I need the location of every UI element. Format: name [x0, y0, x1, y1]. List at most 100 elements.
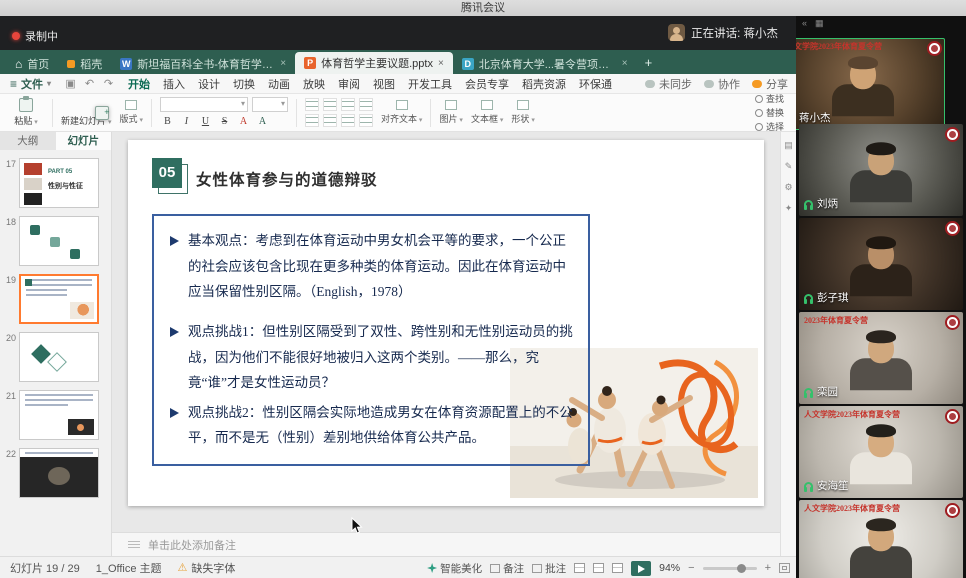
justify-icon[interactable]: [359, 114, 373, 127]
notes-bar[interactable]: 单击此处添加备注: [112, 532, 780, 556]
collapse-panel-icon[interactable]: [802, 18, 807, 28]
thumbnail-row[interactable]: 20: [0, 332, 107, 382]
slide-thumbnail-22[interactable]: [19, 448, 99, 498]
normal-view-icon[interactable]: [574, 563, 585, 573]
properties-icon[interactable]: ▤: [784, 140, 793, 151]
align-left-icon[interactable]: [305, 114, 319, 127]
comments-button[interactable]: 批注: [532, 561, 566, 576]
new-tab-button[interactable]: [637, 52, 661, 74]
shape-button[interactable]: 形状: [511, 100, 534, 125]
redo-icon[interactable]: [102, 77, 115, 90]
replace-button[interactable]: 替换: [755, 106, 784, 119]
menu-item-home[interactable]: 开始: [128, 76, 150, 92]
slide-thumbnail-19-selected[interactable]: [19, 274, 99, 324]
new-slide-button[interactable]: 新建幻灯片: [61, 96, 111, 130]
slide-thumbnail-21[interactable]: [19, 390, 99, 440]
slide-thumbnail-18[interactable]: [19, 216, 99, 266]
bullet-list-icon[interactable]: [305, 98, 319, 111]
participant-tile[interactable]: 人文学院2023年体育夏令营 蒋小杰: [796, 38, 945, 130]
save-icon[interactable]: [64, 77, 77, 90]
numbered-list-icon[interactable]: [323, 98, 337, 111]
close-tab-icon[interactable]: [438, 58, 444, 69]
reading-view-icon[interactable]: [612, 563, 623, 573]
thumbnail-row[interactable]: 22: [0, 448, 107, 498]
menu-item-design[interactable]: 设计: [198, 76, 220, 92]
underline-button[interactable]: U: [198, 115, 213, 129]
slide-editing-canvas[interactable]: 05 女性体育参与的道德辩驳: [112, 132, 780, 556]
strikethrough-button[interactable]: S: [217, 115, 232, 129]
picture-button[interactable]: 图片: [439, 100, 462, 125]
zoom-slider-knob[interactable]: [737, 564, 746, 573]
find-button[interactable]: 查找: [755, 92, 784, 105]
sync-status[interactable]: 未同步: [645, 76, 692, 92]
thumbnail-row[interactable]: 19: [0, 274, 107, 324]
doc-tab-active-pptx[interactable]: 体育哲学主要议题.pptx: [295, 52, 453, 74]
menu-item-review[interactable]: 审阅: [338, 76, 360, 92]
settings-icon[interactable]: ⚙: [784, 182, 792, 193]
align-text-button[interactable]: 对齐文本: [381, 100, 422, 125]
close-tab-icon[interactable]: [280, 58, 286, 69]
line-spacing-icon[interactable]: [359, 98, 373, 111]
tab-docer[interactable]: 稻壳: [58, 53, 111, 74]
participant-tile[interactable]: 人文学院2023年体育夏令营: [799, 500, 963, 578]
thumbnail-row[interactable]: 18: [0, 216, 107, 266]
menu-item-view[interactable]: 视图: [373, 76, 395, 92]
collaborate-button[interactable]: 协作: [704, 76, 740, 92]
current-slide[interactable]: 05 女性体育参与的道德辩驳: [128, 140, 764, 506]
tab-outline[interactable]: 大纲: [0, 132, 56, 150]
beautify-button[interactable]: 智能美化: [427, 561, 482, 576]
paste-button[interactable]: 粘贴: [8, 96, 44, 130]
effects-icon[interactable]: ✦: [785, 203, 793, 214]
menu-item-plugin[interactable]: 环保通: [579, 76, 612, 92]
slide-sorter-icon[interactable]: [593, 563, 604, 573]
bold-button[interactable]: B: [160, 115, 175, 129]
slide-bullet-1[interactable]: 基本观点：考虑到在体育运动中男女机会平等的要求，一个公正的社会应该包含比现在更多…: [168, 228, 574, 305]
theme-name[interactable]: 1_Office 主题: [96, 560, 162, 576]
align-center-icon[interactable]: [323, 114, 337, 127]
menu-item-insert[interactable]: 插入: [163, 76, 185, 92]
slide-thumbnail-20[interactable]: [19, 332, 99, 382]
slide-thumbnail-17[interactable]: PART 05 性别与性征: [19, 158, 99, 208]
slide-textbox[interactable]: 基本观点：考虑到在体育运动中男女机会平等的要求，一个公正的社会应该包含比现在更多…: [152, 214, 590, 466]
layout-button[interactable]: 版式: [119, 100, 142, 125]
layout-switch-icon[interactable]: [815, 18, 824, 29]
zoom-out-button[interactable]: −: [688, 562, 694, 574]
close-tab-icon[interactable]: [622, 58, 628, 69]
participant-tile[interactable]: 彭子琪: [799, 218, 963, 310]
menu-item-member[interactable]: 会员专享: [465, 76, 509, 92]
doc-tab-stanford[interactable]: 斯坦福百科全书-体育哲学.docx: [111, 53, 295, 74]
zoom-slider[interactable]: [703, 567, 757, 570]
align-right-icon[interactable]: [341, 114, 355, 127]
menu-item-docer-res[interactable]: 稻壳资源: [522, 76, 566, 92]
thumbnail-row[interactable]: 17 PART 05 性别与性征: [0, 158, 107, 208]
doc-tab-bsu[interactable]: 北京体育大学...暑令营项目档案: [453, 53, 637, 74]
menu-item-animation[interactable]: 动画: [268, 76, 290, 92]
menu-file[interactable]: 文件: [10, 76, 51, 92]
italic-button[interactable]: I: [179, 115, 194, 129]
tab-slides[interactable]: 幻灯片: [56, 132, 112, 150]
menu-item-devtools[interactable]: 开发工具: [408, 76, 452, 92]
notes-button[interactable]: 备注: [490, 561, 524, 576]
textbox-button[interactable]: 文本框: [471, 100, 503, 125]
participant-tile[interactable]: 人文学院2023年体育夏令营 安海笙: [799, 406, 963, 498]
indent-icon[interactable]: [341, 98, 355, 111]
missing-font-warning[interactable]: 缺失字体: [178, 560, 236, 576]
font-size-select[interactable]: [252, 97, 288, 112]
menu-item-slideshow[interactable]: 放映: [303, 76, 325, 92]
slide-bullet-2[interactable]: 观点挑战1：但性别区隔受到了双性、跨性别和无性别运动员的挑战，因为他们不能很好地…: [168, 319, 574, 396]
share-button[interactable]: 分享: [752, 76, 788, 92]
slide-title[interactable]: 女性体育参与的道德辩驳: [196, 168, 378, 190]
highlight-button[interactable]: A: [255, 115, 270, 129]
participant-tile[interactable]: 2023年体育夏令营 栾园: [799, 312, 963, 404]
tab-home[interactable]: 首页: [6, 53, 58, 74]
undo-icon[interactable]: [83, 77, 96, 90]
font-color-button[interactable]: A: [236, 115, 251, 129]
participant-tile[interactable]: 刘炳: [799, 124, 963, 216]
fit-slide-button[interactable]: [779, 563, 790, 573]
edit-icon[interactable]: ✎: [785, 161, 793, 172]
menu-item-transition[interactable]: 切换: [233, 76, 255, 92]
thumbnail-row[interactable]: 21: [0, 390, 107, 440]
zoom-in-button[interactable]: +: [765, 562, 771, 574]
font-name-select[interactable]: [160, 97, 248, 112]
play-slideshow-button[interactable]: [631, 561, 651, 576]
